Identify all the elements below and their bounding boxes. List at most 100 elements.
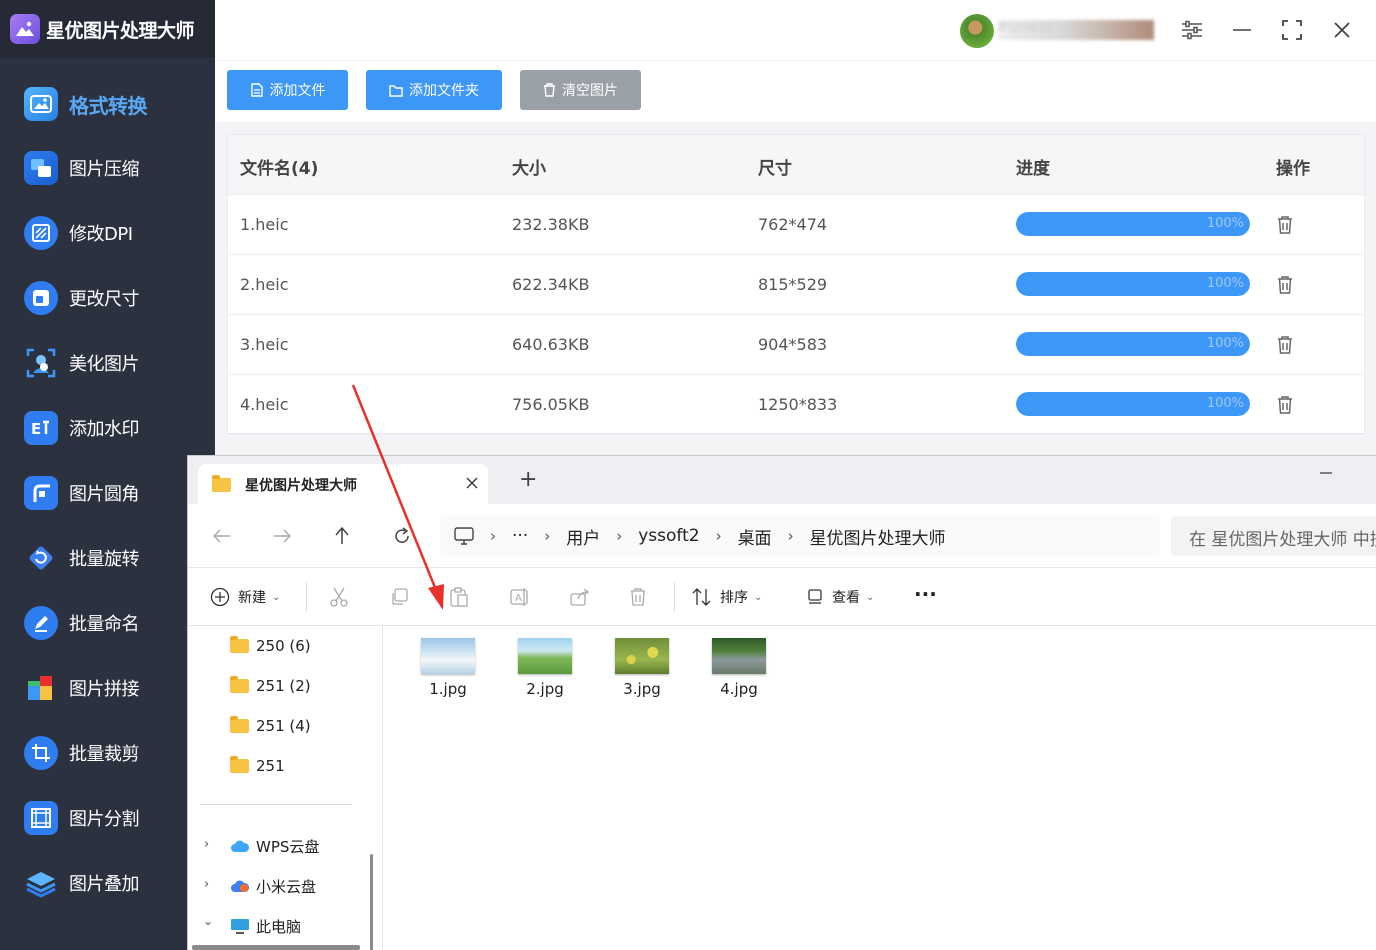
chevron-down-icon[interactable]: ⌄ bbox=[203, 914, 213, 928]
breadcrumb-user[interactable]: yssoft2 bbox=[638, 526, 699, 546]
column-header-action: 操作 bbox=[1276, 159, 1310, 179]
sidebar-item-split[interactable]: 图片分割 bbox=[24, 798, 214, 838]
sidebar-item-rounded-corner[interactable]: 图片圆角 bbox=[24, 473, 214, 513]
folder-icon bbox=[230, 716, 249, 733]
copy-icon[interactable] bbox=[390, 585, 416, 609]
back-arrow-icon[interactable] bbox=[208, 522, 236, 550]
file-name-cell: 2.heic bbox=[240, 275, 289, 294]
user-name[interactable]: iFl2rsb12 bbox=[998, 20, 1154, 40]
nav-folder-item[interactable]: 251 bbox=[230, 754, 285, 778]
view-button[interactable]: 查看 ⌄ bbox=[806, 585, 874, 609]
divider bbox=[306, 582, 307, 612]
new-tab-button[interactable]: + bbox=[519, 469, 537, 491]
sidebar-item-rotate[interactable]: 批量旋转 bbox=[24, 538, 214, 578]
delete-row-icon[interactable] bbox=[1276, 215, 1294, 235]
column-header-dimensions[interactable]: 尺寸 bbox=[758, 154, 792, 179]
progress-fill: 100% bbox=[1016, 392, 1250, 416]
paste-icon[interactable] bbox=[450, 585, 476, 609]
new-label: 新建 bbox=[238, 590, 266, 606]
nav-folder-item[interactable]: 251 (4) bbox=[230, 714, 311, 738]
forward-arrow-icon[interactable] bbox=[268, 522, 296, 550]
add-folder-button[interactable]: 添加文件夹 bbox=[366, 70, 502, 110]
delete-row-icon[interactable] bbox=[1276, 335, 1294, 355]
delete-row-icon[interactable] bbox=[1276, 275, 1294, 295]
file-name-cell: 4.heic bbox=[240, 395, 289, 414]
refresh-icon[interactable] bbox=[388, 522, 416, 550]
rename-icon[interactable]: A bbox=[510, 585, 538, 609]
nav-mi-cloud[interactable]: 小米云盘 bbox=[230, 874, 316, 898]
file-item[interactable]: 4.jpg bbox=[699, 638, 779, 698]
sidebar-item-rename[interactable]: 批量命名 bbox=[24, 603, 214, 643]
column-header-size[interactable]: 大小 bbox=[512, 154, 546, 179]
file-item[interactable]: 2.jpg bbox=[505, 638, 585, 698]
sidebar-item-compress[interactable]: 图片压缩 bbox=[24, 148, 214, 188]
file-item[interactable]: 3.jpg bbox=[602, 638, 682, 698]
delete-row-icon[interactable] bbox=[1276, 395, 1294, 415]
file-item[interactable]: 1.jpg bbox=[408, 638, 488, 698]
nav-scrollbar[interactable] bbox=[370, 854, 373, 950]
search-input[interactable]: 在 星优图片处理大师 中搜索 bbox=[1171, 516, 1376, 556]
sidebar-item-stitch[interactable]: 图片拼接 bbox=[24, 668, 214, 708]
cut-icon[interactable] bbox=[330, 585, 356, 609]
breadcrumb[interactable]: › ··· › 用户 › yssoft2 › 桌面 › 星优图片处理大师 bbox=[440, 516, 1160, 556]
close-tab-icon[interactable] bbox=[466, 477, 478, 489]
file-thumbnail bbox=[421, 638, 475, 674]
sidebar-item-beautify[interactable]: 美化图片 bbox=[24, 343, 214, 383]
breadcrumb-more[interactable]: ··· bbox=[512, 526, 528, 546]
nav-folder-item[interactable]: 251 (2) bbox=[230, 674, 311, 698]
explorer-minimize-icon[interactable] bbox=[1320, 472, 1332, 474]
progress-fill: 100% bbox=[1016, 212, 1250, 236]
add-file-button[interactable]: 添加文件 bbox=[227, 70, 348, 110]
breadcrumb-users[interactable]: 用户 bbox=[566, 524, 600, 549]
sidebar-item-label: 修改DPI bbox=[69, 224, 133, 245]
nav-folder-item[interactable]: 250 (6) bbox=[230, 634, 311, 658]
close-icon[interactable] bbox=[1330, 18, 1354, 42]
delete-icon[interactable] bbox=[630, 585, 654, 609]
file-name: 1.jpg bbox=[429, 680, 467, 698]
nav-wps-cloud[interactable]: WPS云盘 bbox=[230, 834, 319, 858]
nav-horizontal-scrollbar[interactable] bbox=[192, 945, 360, 950]
address-bar: › ··· › 用户 › yssoft2 › 桌面 › 星优图片处理大师 在 星… bbox=[188, 504, 1376, 568]
image-convert-icon bbox=[24, 87, 58, 121]
explorer-tab[interactable]: 星优图片处理大师 bbox=[198, 464, 488, 505]
resize-icon bbox=[24, 281, 58, 315]
more-options-button[interactable]: ··· bbox=[914, 582, 937, 606]
table-row[interactable]: 4.heic 756.05KB 1250*833 100% bbox=[228, 375, 1364, 435]
avatar[interactable] bbox=[960, 14, 994, 48]
top-bar: iFl2rsb12 bbox=[215, 0, 1376, 60]
sidebar-item-format-convert[interactable]: 格式转换 bbox=[24, 84, 214, 124]
column-header-name[interactable]: 文件名(4) bbox=[240, 154, 318, 179]
sort-button[interactable]: 排序 ⌄ bbox=[692, 585, 762, 609]
minimize-icon[interactable] bbox=[1230, 18, 1254, 42]
clear-images-button[interactable]: 清空图片 bbox=[520, 70, 641, 110]
breadcrumb-folder[interactable]: 星优图片处理大师 bbox=[810, 524, 946, 549]
progress-label: 100% bbox=[1206, 336, 1244, 351]
maximize-icon[interactable] bbox=[1280, 18, 1304, 42]
chevron-right-icon[interactable]: › bbox=[204, 877, 209, 892]
sidebar-item-watermark[interactable]: E 添加水印 bbox=[24, 408, 214, 448]
dimensions-cell: 762*474 bbox=[758, 215, 828, 234]
new-button[interactable]: 新建 ⌄ bbox=[210, 585, 280, 609]
crop-icon bbox=[24, 736, 58, 770]
folder-icon bbox=[389, 84, 403, 97]
settings-sliders-icon[interactable] bbox=[1180, 18, 1204, 42]
sidebar-item-dpi[interactable]: 修改DPI bbox=[24, 213, 214, 253]
view-icon bbox=[808, 589, 822, 604]
sort-icon bbox=[692, 588, 711, 606]
table-row[interactable]: 3.heic 640.63KB 904*583 100% bbox=[228, 315, 1364, 375]
sidebar-item-label: 添加水印 bbox=[69, 419, 140, 440]
chevron-right-icon[interactable]: › bbox=[204, 837, 209, 852]
sidebar-item-resize[interactable]: 更改尺寸 bbox=[24, 278, 214, 318]
up-arrow-icon[interactable] bbox=[328, 522, 356, 550]
compress-icon bbox=[24, 151, 58, 185]
breadcrumb-desktop[interactable]: 桌面 bbox=[738, 524, 772, 549]
sidebar-item-crop[interactable]: 批量裁剪 bbox=[24, 733, 214, 773]
share-icon[interactable] bbox=[570, 585, 598, 609]
nav-this-pc[interactable]: 此电脑 bbox=[230, 914, 301, 938]
app-name: 星优图片处理大师 bbox=[46, 19, 195, 42]
divider bbox=[200, 804, 352, 805]
table-row[interactable]: 2.heic 622.34KB 815*529 100% bbox=[228, 255, 1364, 315]
sidebar-item-overlay[interactable]: 图片叠加 bbox=[24, 863, 214, 903]
table-row[interactable]: 1.heic 232.38KB 762*474 100% bbox=[228, 195, 1364, 255]
nav-folder-label: 251 bbox=[256, 757, 285, 775]
